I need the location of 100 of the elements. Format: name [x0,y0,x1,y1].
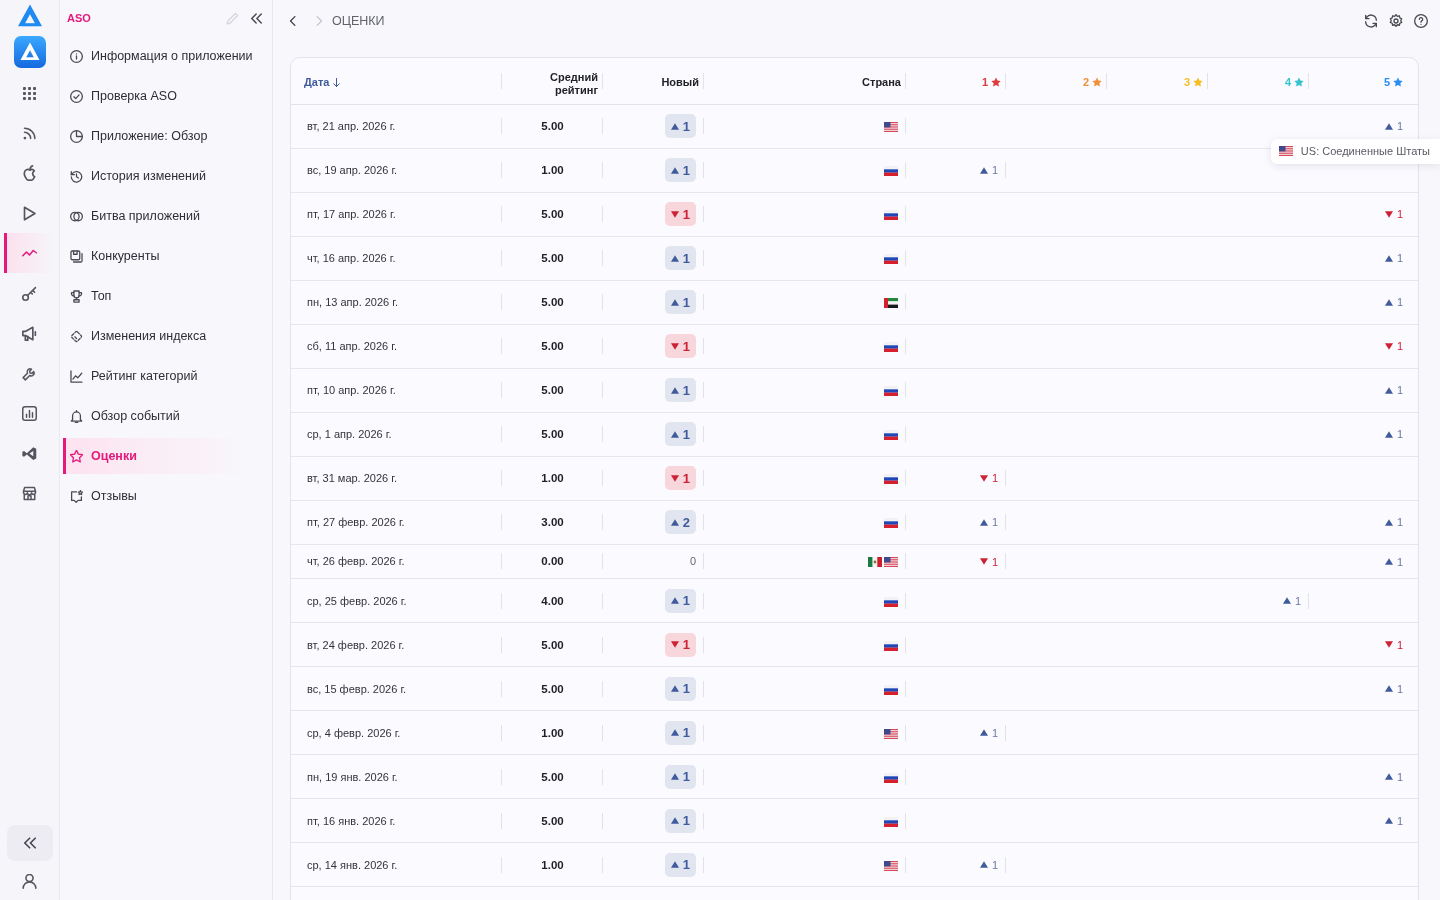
change-count: 1 [682,814,690,827]
pie-chart-icon [70,129,83,143]
change-count: 1 [991,725,998,740]
average-rating-text: 5.00 [541,340,564,352]
sidebar-item[interactable]: Обзор событий [63,398,253,434]
triangle-up-icon [670,817,679,824]
column-header[interactable]: 1 [981,75,1001,89]
triangle-up-icon [670,122,679,130]
average-rating-text: 5.00 [541,638,564,651]
change-count: 1 [682,682,690,695]
sidebar-item[interactable]: Конкуренты [63,238,253,274]
average-rating-text: 1.00 [541,472,564,484]
bowtie-icon [22,445,37,461]
triangle-down-icon [670,474,679,482]
arrow-down-icon [332,77,342,87]
date-text: вт, 31 мар. 2026 г. [307,472,397,484]
date-text: пн, 19 янв. 2026 г. [307,770,398,783]
average-rating-text: 5.00 [541,682,564,695]
average-rating-text: 3.00 [541,516,564,528]
change-count: 1 [991,857,998,872]
triangle-up-icon [670,518,679,526]
sidebar-item[interactable]: Приложение: Обзор [63,118,253,154]
triangle-up-icon [670,729,679,736]
date-text: чт, 16 апр. 2026 г. [307,252,396,264]
average-rating-text: 1.00 [541,726,564,739]
date-text: ср, 1 апр. 2026 г. [307,428,392,440]
stacked-squares-icon [70,249,83,263]
help-icon [1414,14,1428,28]
refresh-button[interactable] [1364,14,1378,28]
change-count: 1 [1396,207,1403,222]
change-count: 1 [1396,295,1403,310]
bar-chart-icon [22,405,37,421]
sidebar-item[interactable]: Отзывы [63,478,253,514]
change-count: 1 [1396,813,1403,828]
column-header[interactable]: Дата [304,75,342,89]
change-count: 2 [682,515,690,529]
change-count: 1 [682,638,690,651]
column-header[interactable]: Страна [862,75,901,89]
tooltip-text: US: Соединенные Штаты [1300,144,1430,159]
average-rating-text: 4.00 [541,594,564,607]
change-count: 1 [1396,554,1403,569]
chat-star-icon [70,489,83,503]
section-title: ASO [67,10,91,26]
change-count: 1 [1396,383,1403,398]
info-icon [70,49,83,63]
sidebar-item[interactable]: Информация о приложении [63,38,259,74]
collapse-button[interactable] [251,12,262,24]
user-icon [22,874,37,889]
change-count: 1 [682,163,690,177]
change-count: 1 [682,858,690,871]
sidebar-item[interactable]: Изменения индекса [63,318,253,354]
change-count: 1 [682,471,690,485]
change-count: 1 [1396,769,1403,784]
date-text: ср, 25 февр. 2026 г. [307,594,407,607]
average-rating-text: 5.00 [541,252,564,264]
change-count: 1 [682,339,690,353]
change-count: 1 [682,383,690,397]
sidebar-item[interactable]: Рейтинг категорий [63,358,253,394]
settings-button[interactable] [1389,14,1403,28]
check-circle-icon [70,89,83,103]
profile-button[interactable] [22,874,37,889]
sidebar-item[interactable]: История изменений [63,158,253,194]
change-count: 1 [1294,593,1301,608]
change-count: 1 [682,295,690,309]
date-text: вт, 21 апр. 2026 г. [307,120,396,132]
date-text: ср, 4 февр. 2026 г. [307,726,401,739]
change-count: 1 [1396,637,1403,652]
triangle-down-icon [670,641,679,648]
chevron-left-icon [288,16,298,26]
change-count: 1 [1396,339,1403,354]
average-rating-text: 5.00 [541,120,564,132]
change-count: 1 [991,554,998,569]
date-text: вс, 19 апр. 2026 г. [307,164,398,176]
change-count: 1 [1396,251,1403,266]
average-rating-text: 5.00 [541,296,564,308]
sidebar-item[interactable]: Проверка ASO [63,78,253,114]
collapse-button[interactable] [6,825,53,861]
back-button[interactable] [288,16,298,26]
sidebar-item[interactable]: Топ [63,278,253,314]
store-icon [22,485,37,501]
sidebar-item[interactable]: Битва приложений [63,198,253,234]
help-button[interactable] [1414,14,1428,28]
average-rating-text: 5.00 [541,770,564,783]
change-count: 1 [1396,427,1403,442]
settings-icon [1389,14,1403,28]
trophy-icon [70,289,83,303]
apple-icon [21,165,38,181]
rss-icon [23,126,36,140]
change-count: 1 [682,770,690,783]
date-text: пт, 10 апр. 2026 г. [307,384,396,396]
average-rating-text: 5.00 [541,384,564,396]
column-header[interactable]: Средний рейтинг [526,71,598,98]
triangle-up-icon [670,773,679,780]
triangle-up-icon [670,254,679,262]
app-icon [13,36,46,68]
change-count: 1 [1396,681,1403,696]
date-text: пт, 27 февр. 2026 г. [307,516,405,528]
column-header[interactable]: Новый [661,75,699,89]
change-count: 0 [689,555,696,568]
bell-icon [70,409,83,423]
